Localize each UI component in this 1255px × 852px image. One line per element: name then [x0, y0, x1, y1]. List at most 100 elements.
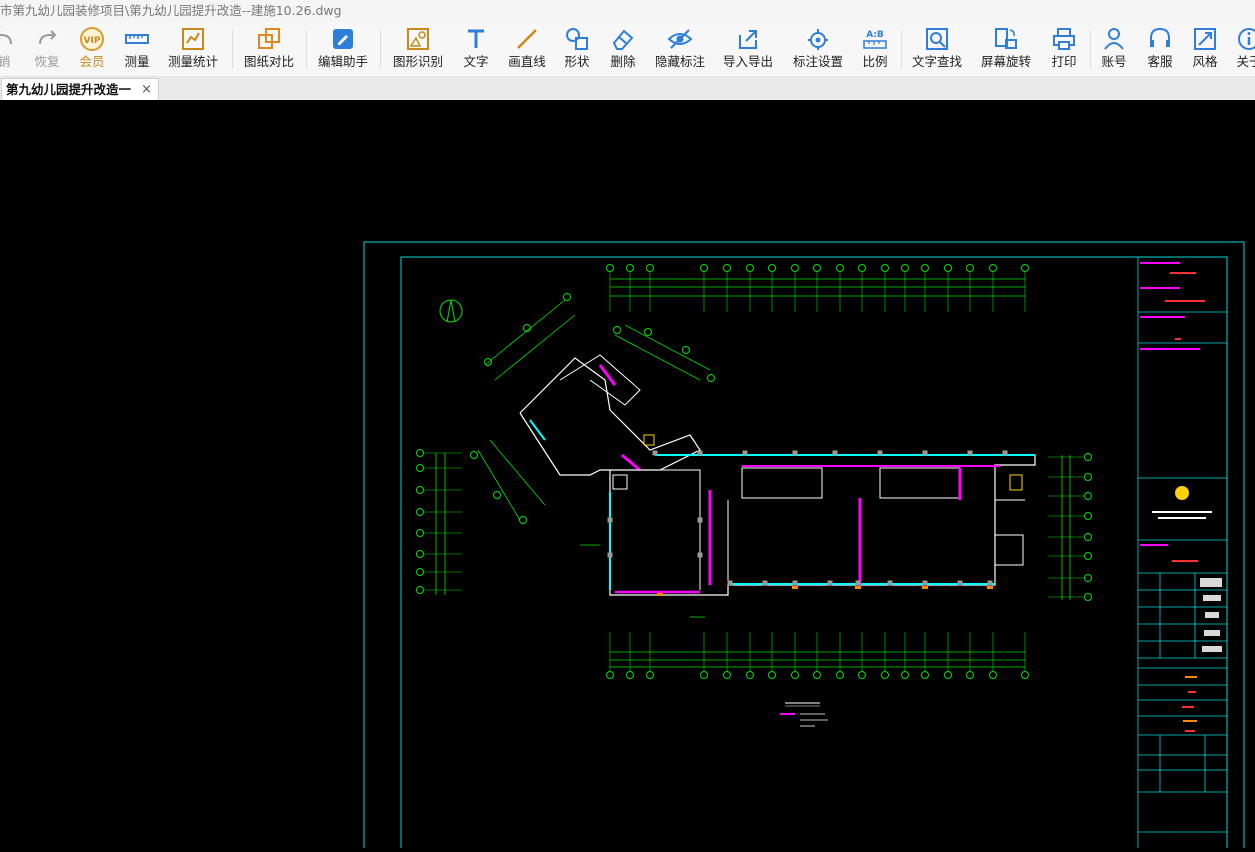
axis-bubble-wing	[707, 374, 715, 382]
print-label: 打印	[1051, 54, 1077, 69]
column-orange-mark	[792, 586, 798, 589]
shape-recognize-button[interactable]: 图形识别	[391, 22, 445, 76]
axis-bubble-bottom	[813, 671, 821, 679]
floor-plan	[416, 264, 1092, 727]
axis-bubble-bottom	[921, 671, 929, 679]
compare-icon	[258, 28, 280, 49]
print-button[interactable]: 打印	[1048, 22, 1080, 76]
axis-bubble-left	[416, 449, 424, 457]
annotation-settings-icon	[808, 29, 828, 50]
text-search-label: 文字查找	[911, 54, 962, 69]
undo-icon	[0, 31, 12, 45]
axis-bubble-right	[1084, 453, 1092, 461]
axis-bubble-right	[1084, 552, 1092, 560]
axis-bubble-bottom	[966, 671, 974, 679]
axis-bubble-bottom	[768, 671, 776, 679]
measure-label: 测量	[124, 54, 150, 69]
axis-bubble-wing	[519, 516, 527, 524]
style-button[interactable]: 风格	[1189, 22, 1221, 76]
structural-column	[697, 517, 703, 523]
eraser-icon	[612, 29, 634, 50]
title-block	[1137, 256, 1228, 852]
support-label: 客服	[1147, 54, 1173, 69]
structural-column	[987, 580, 993, 586]
company-logo	[1175, 486, 1189, 500]
sheet-inner-border	[400, 256, 1228, 852]
document-tab-label: 第九幼儿园提升改造一	[6, 82, 132, 97]
line-label: 画直线	[508, 54, 546, 69]
structural-column	[762, 580, 768, 586]
axis-bubble-bottom	[746, 671, 754, 679]
measure-button[interactable]: 测量	[120, 22, 154, 76]
hide-annotations-button[interactable]: 隐藏标注	[653, 22, 707, 76]
support-button[interactable]: 客服	[1144, 22, 1176, 76]
axis-bubble-right	[1084, 492, 1092, 500]
line-button[interactable]: 画直线	[505, 22, 549, 76]
edit-assistant-label: 编辑助手	[317, 54, 368, 69]
undo-button[interactable]: 销	[0, 22, 18, 76]
north-arrow	[439, 299, 463, 323]
structural-column	[957, 580, 963, 586]
compare-button[interactable]: 图纸对比	[242, 22, 296, 76]
axis-bubble-top	[989, 264, 997, 272]
about-button[interactable]: 关于	[1233, 22, 1255, 76]
annotation-settings-label: 标注设置	[792, 54, 843, 69]
axis-bubble-top	[1021, 264, 1029, 272]
toolbar-separator	[232, 30, 233, 68]
edit-assistant-icon	[333, 29, 353, 49]
structural-column	[792, 450, 798, 456]
axis-bubble-bottom	[881, 671, 889, 679]
account-button[interactable]: 账号	[1098, 22, 1130, 76]
axis-bubble-top	[723, 264, 731, 272]
measure-stats-button[interactable]: 测量统计	[166, 22, 220, 76]
shape-button[interactable]: 形状	[561, 22, 593, 76]
scale-button[interactable]: A:B 比例	[859, 22, 891, 76]
cad-drawing[interactable]	[0, 100, 1255, 852]
rotate-screen-button[interactable]: 屏幕旋转	[979, 22, 1033, 76]
structural-column	[877, 450, 883, 456]
delete-button[interactable]: 删除	[606, 22, 640, 76]
annotation-settings-button[interactable]: 标注设置	[791, 22, 845, 76]
axis-bubble-left	[416, 529, 424, 537]
axis-bubble-top	[901, 264, 909, 272]
room-north	[879, 467, 961, 499]
axis-bubble-wing	[484, 358, 492, 366]
text-button[interactable]: 文字	[459, 22, 493, 76]
axis-bubble-wing	[493, 491, 501, 499]
wing-window-magenta	[598, 364, 617, 386]
import-export-button[interactable]: 导入导出	[721, 22, 775, 76]
print-icon	[1053, 28, 1075, 50]
headset-icon	[1150, 27, 1170, 47]
ruler-icon	[125, 34, 149, 44]
axis-bubble-bottom	[606, 671, 614, 679]
document-tab-bar: 第九幼儿园提升改造一 ×	[0, 77, 1255, 100]
toolbar-separator	[1090, 30, 1091, 68]
axis-bubble-bottom	[700, 671, 708, 679]
scale-icon: A:B	[863, 30, 887, 49]
close-tab-icon[interactable]: ×	[141, 79, 152, 100]
text-label: 文字	[463, 54, 489, 69]
axis-bubble-right	[1084, 574, 1092, 582]
axis-bubble-bottom	[989, 671, 997, 679]
structural-column	[727, 580, 733, 586]
vip-button[interactable]: VIP 会员	[76, 22, 108, 76]
document-tab[interactable]: 第九幼儿园提升改造一 ×	[1, 78, 159, 100]
edit-assistant-button[interactable]: 编辑助手	[316, 22, 370, 76]
text-icon	[468, 29, 484, 48]
stair-yellow	[1009, 474, 1023, 491]
hide-eye-icon	[667, 29, 693, 49]
shaft-box	[612, 474, 628, 490]
text-search-button[interactable]: 文字查找	[910, 22, 964, 76]
axis-bubble-wing	[563, 293, 571, 301]
structural-column	[967, 450, 973, 456]
axis-bubble-top	[606, 264, 614, 272]
structural-column	[697, 450, 703, 456]
redo-label: 恢复	[34, 54, 60, 69]
shape-recognize-icon	[407, 28, 429, 50]
sheet-outer-border	[363, 241, 1245, 852]
axis-bubble-top	[768, 264, 776, 272]
drawing-canvas[interactable]	[0, 100, 1255, 852]
entrance-room	[994, 534, 1024, 566]
rotate-screen-label: 屏幕旋转	[980, 54, 1031, 69]
redo-button[interactable]: 恢复	[30, 22, 64, 76]
